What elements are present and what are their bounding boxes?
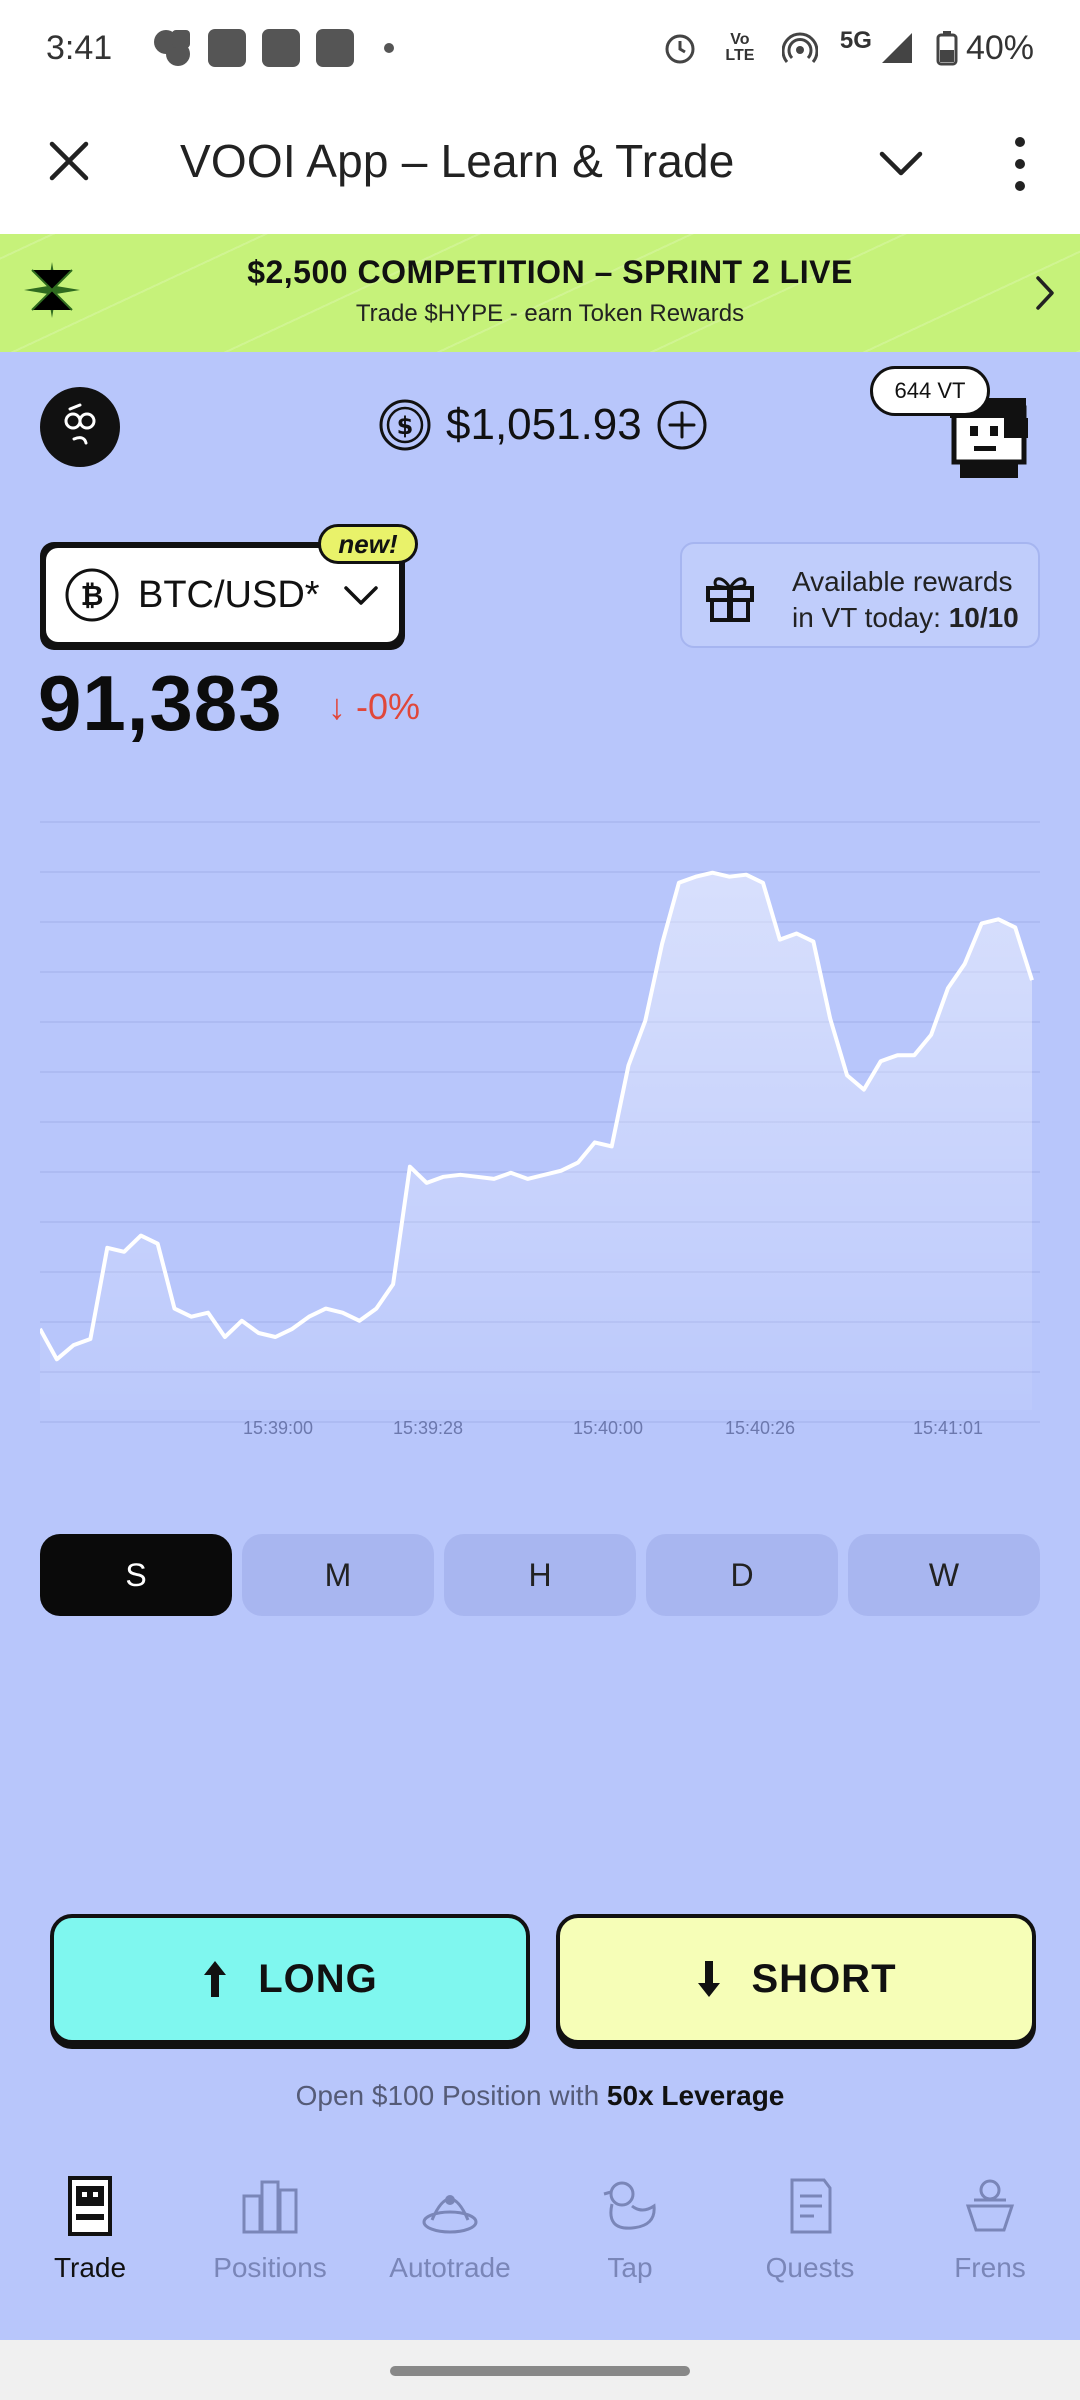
new-badge: new! [318,524,418,564]
rewards-card[interactable]: Available rewards in VT today: 10/10 [680,542,1040,648]
arrow-down-icon [697,1961,720,1997]
x-tick-label: 15:40:26 [725,1418,795,1438]
duck-icon [603,2181,656,2230]
frens-icon [965,2179,1015,2232]
vooi-logo[interactable] [40,387,120,467]
logo-face-icon [64,403,96,445]
volte-icon: Vo LTE [725,31,755,64]
timeframe-tab[interactable]: H [444,1534,636,1616]
nav-item-frens[interactable]: Frens [900,2160,1080,2340]
rewards-text: Available rewards in VT today: 10/10 [792,564,1019,636]
price-change-value: -0% [356,686,421,727]
network-type: 5G [839,27,872,54]
vt-balance-badge[interactable]: 644 VT [870,366,990,416]
notification-icon [316,29,355,67]
pair-label: BTC/USD* [138,573,320,616]
bottom-nav: Trade Positions Autotrade Tap Quests Fre… [0,2160,1080,2340]
gift-icon [706,577,754,622]
alarm-icon [665,34,695,64]
notification-icons [152,28,395,68]
close-icon[interactable] [44,136,94,186]
x-tick-label: 15:41:01 [913,1418,983,1438]
positions-icon [242,2180,298,2234]
rewards-line2: in VT today: 10/10 [792,600,1019,636]
nav-label-tap: Tap [607,2252,653,2283]
timeframe-tabs: SMHDW [40,1534,1040,1616]
leverage-note: Open $100 Position with 50x Leverage [0,2080,1080,2112]
rewards-line2-prefix: in VT today: [792,602,941,633]
balance-display[interactable]: $ $1,051.93 [378,398,708,452]
add-funds-icon[interactable] [656,399,708,451]
quests-icon [790,2178,832,2234]
price-change: ↓ -0% [328,686,420,728]
timeframe-tab[interactable]: M [242,1534,434,1616]
nav-label-trade: Trade [53,2252,127,2283]
status-time: 3:41 [46,28,113,67]
long-label: LONG [258,1956,378,2001]
notification-icon [208,29,247,67]
price-chart[interactable]: 15:39:00 15:39:28 15:40:00 15:40:26 15:41:01 [40,810,1040,1450]
short-button[interactable]: SHORT [556,1914,1036,2044]
long-button[interactable]: LONG [50,1914,530,2044]
chevron-down-icon [343,586,378,605]
timeframe-tab[interactable]: W [848,1534,1040,1616]
leverage-prefix: Open $100 Position with [295,2080,600,2111]
home-indicator[interactable] [390,2366,690,2376]
x-tick-label: 15:39:28 [393,1418,463,1438]
hotspot-icon [781,32,818,63]
banner-subtitle: Trade $HYPE - earn Token Rewards [355,300,745,327]
system-status: Vo LTE 5G 40% [662,27,1034,68]
rewards-line1: Available rewards [792,566,1013,597]
short-label: SHORT [751,1956,897,2001]
bitcoin-icon: ₿ [65,568,119,622]
nav-item-positions[interactable]: Positions [180,2160,360,2340]
arcade-icon [68,2176,112,2236]
timeframe-tab[interactable]: D [646,1534,838,1616]
leverage-value: 50x Leverage [606,2080,785,2111]
app-notification-icon [154,30,191,66]
rewards-count: 10/10 [948,602,1019,633]
notification-icon [262,29,301,67]
x-tick-label: 15:40:00 [573,1418,643,1438]
nav-item-trade[interactable]: Trade [0,2160,180,2340]
gesture-bar [0,2340,1080,2400]
timeframe-tab[interactable]: S [40,1534,232,1616]
competition-banner[interactable]: $2,500 COMPETITION – SPRINT 2 LIVE Trade… [0,234,1080,352]
chevron-down-icon[interactable] [878,140,924,186]
nav-label-quests: Quests [765,2252,855,2283]
nav-label-positions: Positions [213,2252,327,2283]
signal-icon [881,33,912,63]
current-price: 91,383 [38,659,283,747]
chart-area-fill [40,872,1032,1410]
svg-text:$: $ [397,412,414,440]
arrow-up-icon [204,1961,227,1997]
more-notifications-dot [384,43,395,53]
arrow-down-icon: ↓ [328,686,346,727]
nav-item-autotrade[interactable]: Autotrade [360,2160,540,2340]
nav-item-tap[interactable]: Tap [540,2160,720,2340]
nav-item-quests[interactable]: Quests [720,2160,900,2340]
app-bar: VOOI App – Learn & Trade [0,96,1080,234]
battery-level: 40% [965,28,1034,67]
status-bar: 3:41 Vo LTE 5G 40% [0,0,1080,96]
banner-pattern [0,234,1080,352]
app-title: VOOI App – Learn & Trade [180,135,735,187]
x-tick-label: 15:39:00 [243,1418,313,1438]
svg-text:₿: ₿ [81,579,104,612]
nav-label-autotrade: Autotrade [389,2252,511,2283]
balance-amount: $1,051.93 [446,400,642,449]
autotrade-icon [422,2195,478,2234]
battery-icon [936,31,958,66]
more-menu-icon[interactable] [1008,134,1032,194]
banner-title: $2,500 COMPETITION – SPRINT 2 LIVE [247,254,853,290]
dollar-coin-icon: $ [379,399,431,451]
chevron-right-icon [1036,276,1054,310]
nav-label-frens: Frens [954,2252,1026,2283]
